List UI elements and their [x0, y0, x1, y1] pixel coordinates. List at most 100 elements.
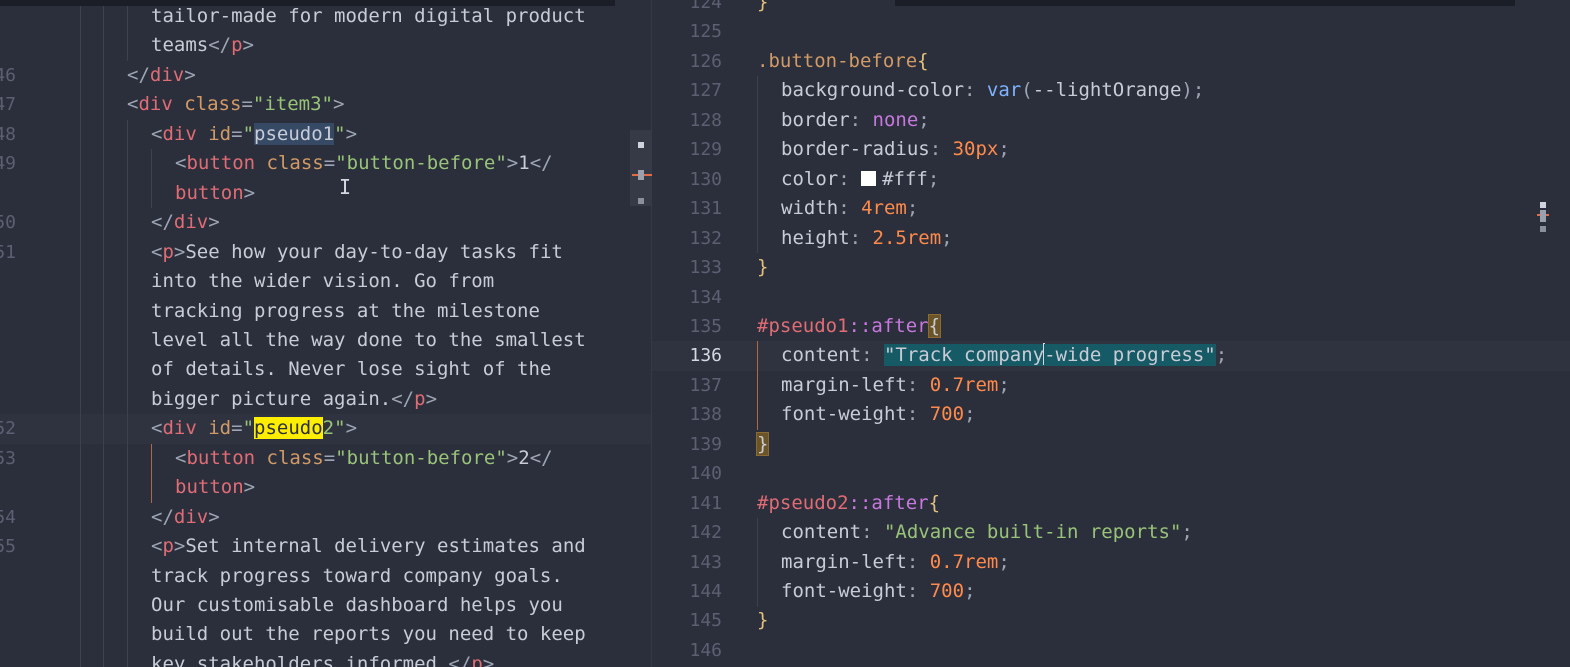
code-line[interactable]: teams</p>	[0, 31, 652, 61]
code-line[interactable]: 129 border-radius: 30px;	[652, 135, 1570, 165]
code-line[interactable]: 128 border: none;	[652, 105, 1570, 136]
indent-guide	[151, 473, 152, 503]
code-text: <div id="pseudo1">	[151, 120, 357, 150]
code-line[interactable]: button>	[0, 473, 652, 503]
code-line[interactable]: 131 width: 4rem;	[652, 194, 1570, 224]
code-text: </div>	[151, 208, 220, 238]
code-token: ;	[1181, 521, 1193, 544]
code-line[interactable]: 46 </div>	[0, 60, 652, 91]
code-line[interactable]: 51 <p>See how your day-to-day tasks fit	[0, 237, 652, 268]
code-token: =	[241, 93, 253, 116]
code-line[interactable]: 54 </div>	[0, 502, 652, 533]
code-token: --lightOrange	[1032, 79, 1182, 102]
indent-guide	[127, 119, 128, 150]
code-line[interactable]: 49 <button class="button-before">1</	[0, 149, 652, 179]
scrollbar-thumb[interactable]	[638, 170, 644, 180]
code-text: Our customisable dashboard helps you	[151, 591, 563, 621]
indent-guide	[103, 414, 104, 444]
code-line[interactable]: 130 color: #fff;	[652, 164, 1570, 195]
code-line[interactable]: track progress toward company goals.	[0, 561, 652, 592]
code-token: ;	[918, 108, 930, 131]
code-line[interactable]: 125	[652, 17, 1570, 47]
code-token: >	[345, 417, 358, 440]
indent-guide	[151, 149, 152, 179]
code-line[interactable]: 139}	[652, 430, 1570, 460]
css-editor-pane[interactable]: 124} 125 126 .button-before{127 background-c…	[652, 0, 1570, 667]
code-line[interactable]: build out the reports you need to keep	[0, 620, 652, 650]
code-line[interactable]: 143 margin-left: 0.7rem;	[652, 547, 1570, 578]
code-line[interactable]: 48<div id="pseudo1">	[0, 119, 652, 150]
indent-guide	[103, 31, 104, 61]
code-line[interactable]: 133}	[652, 253, 1570, 283]
indent-guide	[127, 473, 128, 503]
code-line[interactable]: 138 font-weight: 700;	[652, 400, 1570, 430]
code-line[interactable]: 132 height: 2.5rem;	[652, 223, 1570, 254]
line-number: 133	[689, 257, 722, 279]
code-token: }	[757, 256, 769, 279]
code-line[interactable]: 137 margin-left: 0.7rem;	[652, 370, 1570, 401]
line-number: 52	[0, 418, 16, 440]
code-token: :	[838, 167, 862, 190]
code-line[interactable]: key stakeholders informed.</p>	[0, 649, 652, 667]
indent-guide	[103, 355, 104, 385]
code-line[interactable]: tracking progress at the milestone	[0, 296, 652, 326]
code-token: <	[175, 152, 187, 175]
code-line[interactable]: 145}	[652, 606, 1570, 636]
code-token: {	[928, 491, 941, 514]
line-number: 144	[689, 581, 722, 602]
indent-guide	[80, 620, 81, 650]
code-line[interactable]: of details. Never lose sight of the	[0, 355, 652, 385]
line-number: 143	[689, 551, 722, 573]
code-token: track progress toward company goals.	[151, 564, 563, 587]
code-text: <div class="item3">	[127, 90, 344, 120]
code-token: tracking progress at the milestone	[151, 299, 540, 322]
code-token: "	[334, 122, 346, 145]
code-line[interactable]: 144 font-weight: 700;	[652, 577, 1570, 607]
code-line[interactable]: 47 <div class="item3">	[0, 90, 652, 120]
code-line[interactable]: 135 #pseudo1::after{	[652, 312, 1570, 342]
code-line[interactable]: Our customisable dashboard helps you	[0, 591, 652, 621]
line-number: 125	[689, 21, 722, 43]
left-scrollbar-track[interactable]	[630, 130, 652, 206]
code-line[interactable]: button>	[0, 178, 652, 209]
code-line[interactable]: 127 background-color: var(--lightOrange);	[652, 76, 1570, 106]
code-line[interactable]: 53 <button class="button-before">2</	[0, 443, 652, 474]
code-line[interactable]: tailor-made for modern digital product	[0, 2, 652, 32]
indent-guide	[757, 135, 758, 165]
indent-guide	[151, 178, 152, 209]
code-line[interactable]: 136 content: "Track company-wide progress…	[652, 341, 1570, 371]
code-line[interactable]: into the wider vision. Go from	[0, 267, 652, 297]
code-line[interactable]: level all the way done to the smallest	[0, 325, 652, 356]
code-token: :	[906, 550, 930, 573]
code-text: }	[757, 0, 768, 18]
line-number: 47	[0, 94, 16, 116]
scrollbar-marker	[1540, 202, 1546, 208]
code-line[interactable]: 52 <div id="pseudo2">	[0, 414, 652, 444]
code-line[interactable]: 142 content: "Advance built-in reports";	[652, 518, 1570, 548]
code-line[interactable]: 50 </div>	[0, 208, 652, 238]
indent-guide	[103, 90, 104, 120]
code-token: </	[448, 652, 472, 667]
code-line[interactable]: 141 #pseudo2::after{	[652, 489, 1570, 519]
code-line[interactable]: 55 <p>Set internal delivery estimates and	[0, 532, 652, 562]
code-line[interactable]: 140	[652, 459, 1570, 489]
right-scrollbar-markers[interactable]	[1537, 200, 1549, 234]
indent-guide	[127, 2, 128, 32]
code-line[interactable]: bigger picture again.</p>	[0, 384, 652, 415]
code-line[interactable]: 134	[652, 283, 1570, 313]
code-token: >	[243, 476, 256, 499]
code-token: =	[231, 122, 243, 145]
scrollbar-thumb[interactable]	[1540, 210, 1546, 222]
code-text: of details. Never lose sight of the	[151, 355, 551, 385]
line-number: 132	[689, 227, 722, 249]
scrollbar-marker	[638, 142, 644, 148]
code-token: </	[151, 211, 174, 234]
indent-guide	[103, 443, 104, 474]
html-editor-pane[interactable]: tailor-made for modern digital product te…	[0, 0, 652, 667]
indent-guide	[127, 208, 128, 238]
code-line[interactable]: 126 .button-before{	[652, 47, 1570, 77]
code-token: :	[849, 226, 873, 249]
code-token: :	[964, 79, 987, 102]
code-line[interactable]: 146	[652, 636, 1570, 666]
